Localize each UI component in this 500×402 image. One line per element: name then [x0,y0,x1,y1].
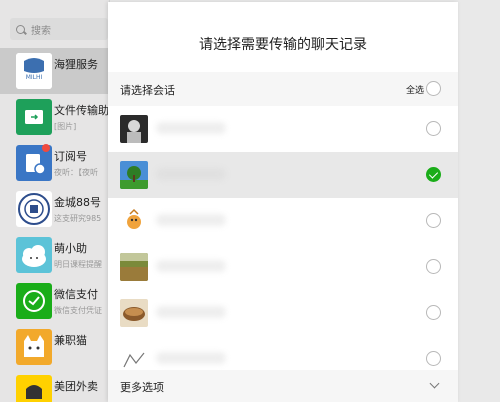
redacted-name [156,168,226,180]
conversation-row[interactable] [108,336,458,370]
school-seal-icon [16,191,52,227]
dialog-title: 请选择需要传输的聊天记录 [199,37,367,53]
chat-item[interactable]: 订阅号 夜听：【夜听 [0,140,109,186]
conversation-checkbox[interactable] [426,305,441,320]
file-transfer-icon [16,99,52,135]
conversation-avatar [120,207,148,235]
search-placeholder: 搜索 [31,25,51,37]
select-all-label[interactable]: 全选 [406,83,424,96]
conversation-row[interactable] [108,198,458,244]
unread-badge [42,144,50,152]
conversation-row[interactable] [108,290,458,336]
conversation-avatar [120,115,148,143]
conversation-checkbox-checked[interactable] [426,167,441,182]
conversation-avatar [120,299,148,327]
redacted-name [156,122,226,134]
chat-item[interactable]: 美团外卖 [0,370,109,402]
chat-preview: 夜听：【夜听 [54,168,98,177]
chat-item[interactable]: 微信支付 微信支付凭证 [0,278,109,324]
beaver-logo-icon: MILHI [16,53,52,89]
conversation-checkbox[interactable] [426,259,441,274]
conversation-checkbox[interactable] [426,121,441,136]
conversation-checkbox[interactable] [426,351,441,366]
chevron-down-icon [429,378,440,389]
transfer-chat-history-dialog: 请选择需要传输的聊天记录 请选择会话 全选 更多选项 [108,2,458,402]
conversation-avatar [120,345,148,370]
more-options-row[interactable]: 更多选项 [108,370,458,402]
wechat-pay-icon [16,283,52,319]
select-conversation-label: 请选择会话 [120,84,175,97]
conversation-avatar [120,253,148,281]
chat-item[interactable]: 文件传输助 [图片] [0,94,109,140]
chat-name: 微信支付 [54,288,98,301]
meituan-icon [16,375,52,402]
cat-icon [16,329,52,365]
chat-preview: 明日课程提醒 [54,260,102,269]
search-icon [16,24,25,34]
conversation-checkbox[interactable] [426,213,441,228]
chat-item[interactable]: 兼职猫 [0,324,109,370]
chat-name: 文件传输助 [54,104,109,117]
cloud-mascot-icon [16,237,52,273]
search-input[interactable]: 搜索 [10,18,108,40]
chat-name: 兼职猫 [54,334,87,347]
chat-preview: [图片] [54,122,77,131]
chat-name: 美团外卖 [54,380,98,393]
chat-list-sidebar: 搜索 MILHI 海狸服务 文件传输助 [图片] 订阅号 夜听：【夜听 金城88… [0,0,110,402]
chat-name: 海狸服务 [54,58,98,71]
redacted-name [156,214,226,226]
chat-name: 订阅号 [54,150,87,163]
redacted-name [156,260,226,272]
conversation-avatar [120,161,148,189]
conversation-row[interactable] [108,152,458,198]
chat-preview: 微信支付凭证 [54,306,102,315]
select-all-checkbox[interactable] [426,81,441,96]
chat-item[interactable]: MILHI 海狸服务 [0,48,109,94]
select-conversation-header: 请选择会话 全选 [108,72,458,106]
chat-name: 金城88号 [54,196,101,209]
svg-text:MILHI: MILHI [26,74,43,81]
conversation-row[interactable] [108,106,458,152]
more-options-label: 更多选项 [120,381,164,394]
redacted-name [156,352,226,364]
redacted-name [156,306,226,318]
chat-item[interactable]: 萌小助 明日课程提醒 [0,232,109,278]
chat-preview: 这支研究985 [54,214,102,223]
chat-item[interactable]: 金城88号 这支研究985 [0,186,109,232]
conversation-row[interactable] [108,244,458,290]
chat-name: 萌小助 [54,242,87,255]
